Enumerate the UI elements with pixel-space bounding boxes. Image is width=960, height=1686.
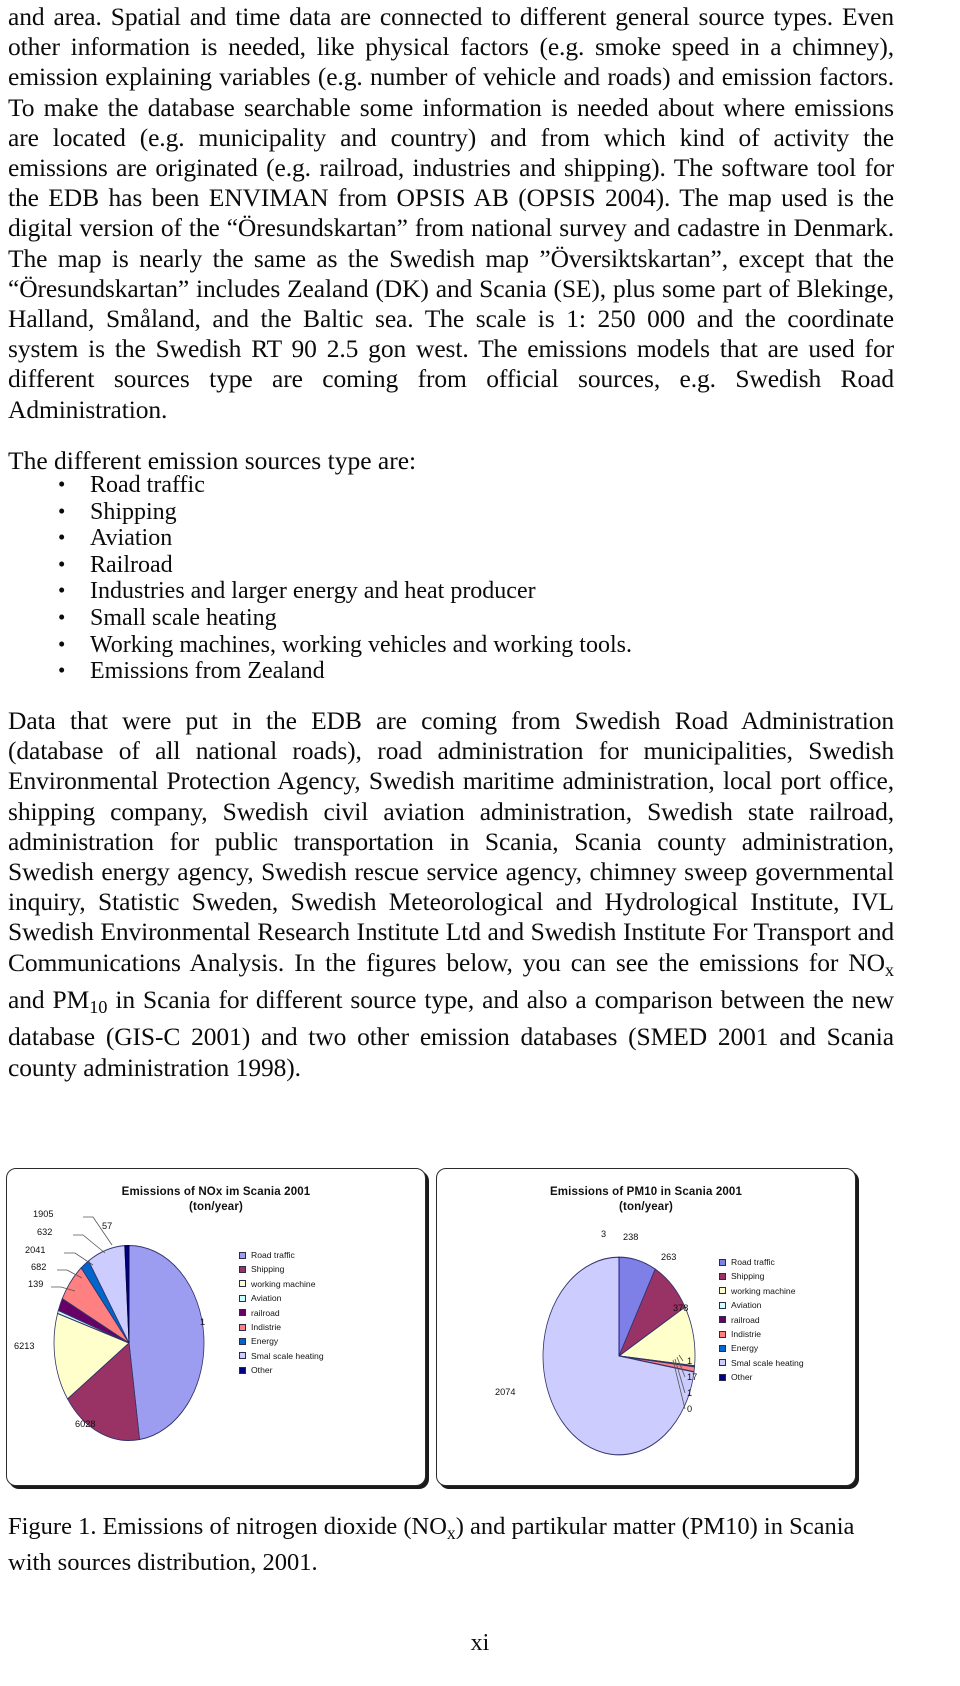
chart-pm10-label-1b: 1 [687,1388,693,1398]
chart-pm10-label-3: 3 [601,1229,607,1239]
legend-swatch-icon [719,1373,726,1381]
figure-1: Emissions of NOx im Scania 2001 (ton/yea… [6,1168,912,1498]
legend-swatch-icon [239,1294,246,1302]
legend-swatch-icon [719,1287,726,1295]
chart-pm10-label-263: 263 [661,1252,677,1262]
chart-nox-leader-lines [51,1216,113,1292]
legend-item-road-traffic: Road traffic [239,1248,324,1262]
legend-swatch-icon [719,1258,726,1266]
legend-item-other: Other [239,1363,324,1377]
legend-swatch-icon [719,1359,726,1367]
chart-nox-label-139: 139 [28,1279,44,1289]
legend-label: working machine [251,1278,316,1289]
list-item: Small scale heating [8,604,708,632]
chart-nox-label-682: 682 [31,1262,47,1272]
document-page: and area. Spatial and time data are conn… [0,0,960,1686]
chart-nox-label-57: 57 [102,1221,113,1231]
legend-swatch-icon [719,1301,726,1309]
legend-swatch-icon [239,1352,246,1360]
legend-swatch-icon [719,1273,726,1281]
chart-pm10-label-0: 0 [687,1404,693,1414]
legend-swatch-icon [239,1309,246,1317]
chart-nox-label-1: 1 [200,1317,206,1327]
legend-item-small-scale-heating: Smal scale heating [719,1356,804,1370]
figure-caption: Figure 1. Emissions of nitrogen dioxide … [8,1513,855,1576]
list-item: Industries and larger energy and heat pr… [8,577,708,605]
legend-item-shipping: Shipping [239,1262,324,1276]
legend-item-energy: Energy [719,1341,804,1355]
list-item: Aviation [8,524,708,552]
legend-label: Indistrie [251,1321,282,1332]
legend-label: Energy [731,1343,759,1354]
list-item: Road traffic [8,471,708,499]
chart-pm10: Emissions of PM10 in Scania 2001 (ton/ye… [436,1168,856,1486]
legend-label: working machine [731,1285,796,1296]
legend-label: Shipping [731,1271,765,1282]
legend-label: Energy [251,1336,279,1347]
legend-item-aviation: Aviation [239,1291,324,1305]
legend-item-energy: Energy [239,1334,324,1348]
chart-pm10-label-1a: 1 [687,1356,693,1366]
legend-label: Aviation [731,1300,762,1311]
chart-nox: Emissions of NOx im Scania 2001 (ton/yea… [6,1168,426,1486]
legend-item-working-machine: working machine [719,1284,804,1298]
legend-item-railroad: railroad [239,1306,324,1320]
legend-item-other: Other [719,1370,804,1384]
chart-pm10-legend: Road traffic Shipping working machine Av… [719,1255,804,1385]
legend-label: Other [731,1372,753,1383]
chart-nox-label-632: 632 [37,1227,53,1237]
page-number: xi [470,1630,490,1656]
legend-swatch-icon [239,1266,246,1274]
legend-label: Smal scale heating [731,1357,804,1368]
legend-label: Smal scale heating [251,1350,324,1361]
legend-swatch-icon [719,1330,726,1338]
legend-item-indistrie: Indistrie [239,1320,324,1334]
list-item: Railroad [8,551,708,579]
chart-pm10-label-378: 378 [673,1303,689,1313]
legend-swatch-icon [719,1345,726,1353]
emission-sources-list: Road traffic Shipping Aviation Railroad … [8,471,708,685]
legend-swatch-icon [239,1366,246,1374]
legend-label: railroad [251,1307,280,1318]
legend-item-working-machine: working machine [239,1277,324,1291]
legend-label: Aviation [251,1293,282,1304]
chart-nox-legend: Road traffic Shipping working machine Av… [239,1248,324,1378]
legend-item-railroad: railroad [719,1313,804,1327]
legend-swatch-icon [239,1251,246,1259]
chart-nox-label-6213: 6213 [14,1341,35,1351]
chart-nox-label-2041: 2041 [25,1245,46,1255]
list-item: Emissions from Zealand [8,657,708,685]
list-item: Working machines, working vehicles and w… [8,631,708,659]
chart-pm10-label-2074: 2074 [495,1387,516,1397]
legend-label: Indistrie [731,1328,762,1339]
legend-swatch-icon [239,1323,246,1331]
legend-label: Road traffic [251,1250,295,1260]
paragraph-data-sources: Data that were put in the EDB are coming… [8,706,894,1082]
legend-swatch-icon [239,1280,246,1288]
legend-label: Shipping [251,1264,285,1275]
chart-nox-label-1905: 1905 [33,1209,54,1219]
legend-item-indistrie: Indistrie [719,1327,804,1341]
legend-label: railroad [731,1314,760,1325]
paragraph-intro: and area. Spatial and time data are conn… [8,2,894,424]
legend-swatch-icon [239,1338,246,1346]
legend-label: Other [251,1365,273,1376]
legend-item-aviation: Aviation [719,1298,804,1312]
chart-pm10-label-238: 238 [623,1232,639,1242]
legend-item-road-traffic: Road traffic [719,1255,804,1269]
legend-swatch-icon [719,1316,726,1324]
chart-nox-label-6028: 6028 [75,1419,96,1429]
chart-pm10-label-17: 17 [687,1372,698,1382]
legend-item-shipping: Shipping [719,1269,804,1283]
legend-item-small-scale-heating: Smal scale heating [239,1349,324,1363]
legend-label: Road traffic [731,1257,775,1267]
list-item: Shipping [8,498,708,526]
